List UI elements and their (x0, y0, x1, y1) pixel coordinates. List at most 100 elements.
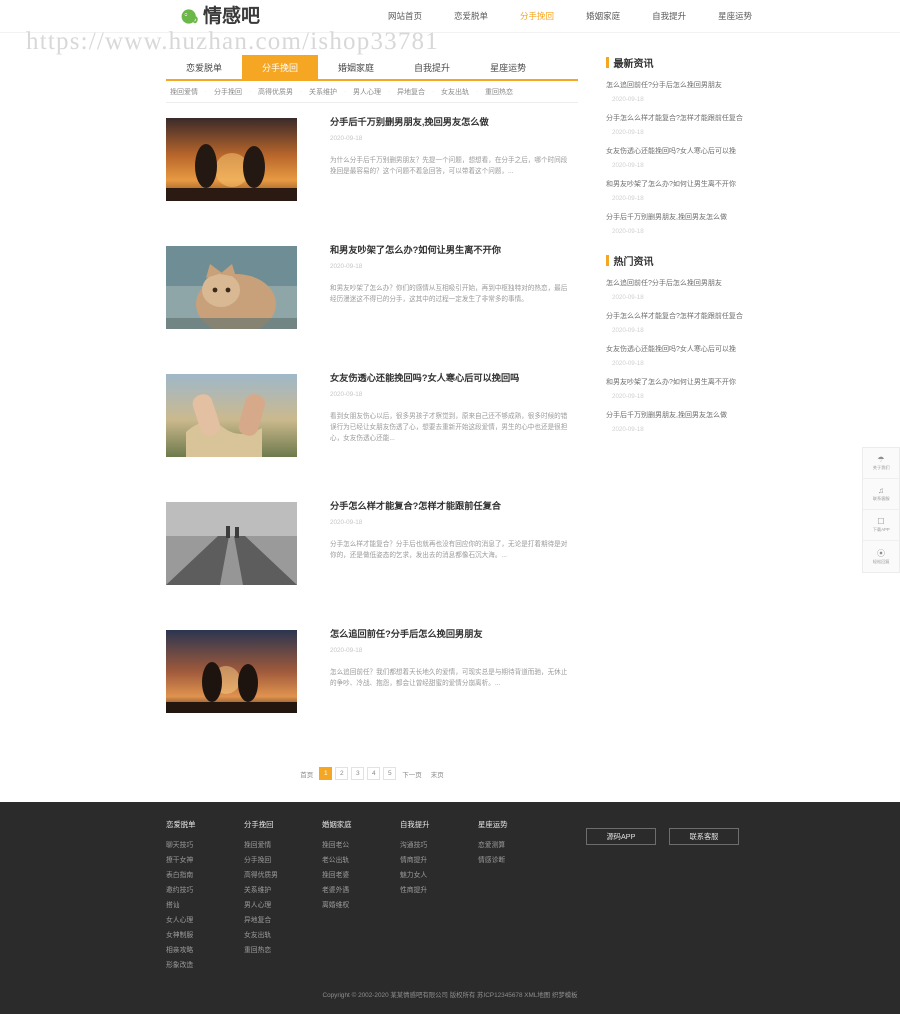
subtag-item[interactable]: 高得优质男 (258, 87, 293, 97)
article-title[interactable]: 怎么追回前任?分手后怎么挽回男朋友 (330, 628, 570, 641)
nav-item-marriage[interactable]: 婚姻家庭 (586, 10, 620, 22)
article-item[interactable]: 女友伤透心还能挽回吗?女人寒心后可以挽回吗 2020-09-18 看到女朋友伤心… (166, 369, 578, 480)
article-thumbnail[interactable] (166, 118, 297, 201)
subtag-item[interactable]: 分手挽回 (214, 87, 242, 97)
list-item[interactable]: 分手后千万别删男朋友,挽回男友怎么做 2020-09-18 (606, 213, 746, 235)
site-logo[interactable]: 情感吧 (180, 7, 260, 26)
sidebar-item-title[interactable]: 分手怎么么样才能复合?怎样才能跟前任复合 (606, 312, 746, 322)
source-app-button[interactable]: 源码APP (586, 828, 656, 845)
footer-link[interactable]: 情感诊断 (478, 857, 556, 865)
article-title[interactable]: 女友伤透心还能挽回吗?女人寒心后可以挽回吗 (330, 372, 570, 385)
pagination-next[interactable]: 下一页 (399, 767, 425, 780)
article-thumbnail[interactable] (166, 246, 297, 329)
nav-item-dating[interactable]: 恋爱脱单 (454, 10, 488, 22)
footer-link[interactable]: 关系维护 (244, 887, 322, 895)
footer-link[interactable]: 沟通技巧 (400, 842, 478, 850)
article-description: 分手怎么样才能复合？分手后也就再也没有回应你的消息了，无论是打着期待是对你的，还… (330, 541, 568, 559)
footer-link[interactable]: 女神制服 (166, 932, 244, 940)
subtag-item[interactable]: 挽回爱情 (170, 87, 198, 97)
list-item[interactable]: 分手后千万别删男朋友,挽回男友怎么做 2020-09-18 (606, 411, 746, 433)
article-thumbnail[interactable] (166, 374, 297, 457)
subtag-item[interactable]: 异地复合 (397, 87, 425, 97)
tab-marriage[interactable]: 婚姻家庭 (318, 55, 394, 79)
sidebar-item-title[interactable]: 女友伤透心还能挽回吗?女人寒心后可以挽 (606, 345, 746, 355)
subtag-item[interactable]: 重回热恋 (485, 87, 513, 97)
list-item[interactable]: 女友伤透心还能挽回吗?女人寒心后可以挽 2020-09-18 (606, 345, 746, 367)
footer-link[interactable]: 男人心理 (244, 902, 322, 910)
footer-link[interactable]: 恋爱测算 (478, 842, 556, 850)
pagination-page-5[interactable]: 5 (383, 767, 397, 780)
pagination-page-4[interactable]: 4 (367, 767, 381, 780)
subtag-item[interactable]: 关系维护 (309, 87, 337, 97)
pagination-page-1[interactable]: 1 (319, 767, 333, 780)
footer-link[interactable]: 女人心理 (166, 917, 244, 925)
nav-item-horoscope[interactable]: 星座运势 (718, 10, 752, 22)
pagination-page-2[interactable]: 2 (335, 767, 349, 780)
subtag-item[interactable]: 女友出轨 (441, 87, 469, 97)
float-quick-reply[interactable]: ⦿ 轻松回复 (863, 541, 899, 572)
contact-support-button[interactable]: 联系客服 (669, 828, 739, 845)
sidebar-item-title[interactable]: 分手后千万别删男朋友,挽回男友怎么做 (606, 213, 746, 223)
float-download-app[interactable]: ☐ 下载APP (863, 510, 899, 541)
float-about-us[interactable]: ☂ 关于我们 (863, 448, 899, 479)
article-title[interactable]: 和男友吵架了怎么办?如何让男生离不开你 (330, 244, 570, 257)
sidebar-item-title[interactable]: 女友伤透心还能挽回吗?女人寒心后可以挽 (606, 147, 746, 157)
article-content: 分手怎么样才能复合?怎样才能跟前任复合 2020-09-18 分手怎么样才能复合… (330, 497, 570, 608)
article-title[interactable]: 分手怎么样才能复合?怎样才能跟前任复合 (330, 500, 570, 513)
nav-item-breakup-recovery[interactable]: 分手挽回 (520, 10, 554, 22)
footer-link[interactable]: 撩干女神 (166, 857, 244, 865)
sidebar-item-title[interactable]: 和男友吵架了怎么办?如何让男生离不开你 (606, 180, 746, 190)
list-item[interactable]: 女友伤透心还能挽回吗?女人寒心后可以挽 2020-09-18 (606, 147, 746, 169)
list-item[interactable]: 和男友吵架了怎么办?如何让男生离不开你 2020-09-18 (606, 180, 746, 202)
sidebar-item-title[interactable]: 分手怎么么样才能复合?怎样才能跟前任复合 (606, 114, 746, 124)
footer-link[interactable]: 离婚维权 (322, 902, 400, 910)
footer-link[interactable]: 老婆外遇 (322, 887, 400, 895)
pagination-last[interactable]: 末页 (428, 767, 447, 780)
article-item[interactable]: 怎么追回前任?分手后怎么挽回男朋友 2020-09-18 怎么追回前任？我们都想… (166, 625, 578, 736)
footer-link[interactable]: 情商提升 (400, 857, 478, 865)
pagination-first[interactable]: 首页 (297, 767, 316, 780)
footer-link[interactable]: 挽回老婆 (322, 872, 400, 880)
sidebar-item-title[interactable]: 怎么追回前任?分手后怎么挽回男朋友 (606, 279, 746, 289)
footer-link[interactable]: 聊天技巧 (166, 842, 244, 850)
footer-link[interactable]: 挽回老公 (322, 842, 400, 850)
nav-item-self-improvement[interactable]: 自我提升 (652, 10, 686, 22)
article-item[interactable]: 分手后千万别删男朋友,挽回男友怎么做 2020-09-18 为什么分手后千万别删… (166, 113, 578, 224)
footer-link[interactable]: 魅力女人 (400, 872, 478, 880)
pagination-page-3[interactable]: 3 (351, 767, 365, 780)
footer-link[interactable]: 搭讪 (166, 902, 244, 910)
article-title[interactable]: 分手后千万别删男朋友,挽回男友怎么做 (330, 116, 570, 129)
float-contact-support[interactable]: ♫ 联系客服 (863, 479, 899, 510)
sidebar-item-title[interactable]: 怎么追回前任?分手后怎么挽回男朋友 (606, 81, 746, 91)
footer-link[interactable]: 重回热恋 (244, 947, 322, 955)
article-item[interactable]: 和男友吵架了怎么办?如何让男生离不开你 2020-09-18 和男友吵架了怎么办… (166, 241, 578, 352)
footer-link[interactable]: 性商提升 (400, 887, 478, 895)
footer-link[interactable]: 表白指南 (166, 872, 244, 880)
article-thumbnail[interactable] (166, 502, 297, 585)
list-item[interactable]: 怎么追回前任?分手后怎么挽回男朋友 2020-09-18 (606, 279, 746, 301)
sidebar-item-title[interactable]: 和男友吵架了怎么办?如何让男生离不开你 (606, 378, 746, 388)
subtag-item[interactable]: 男人心理 (353, 87, 381, 97)
article-item[interactable]: 分手怎么样才能复合?怎样才能跟前任复合 2020-09-18 分手怎么样才能复合… (166, 497, 578, 608)
sidebar-item-title[interactable]: 分手后千万别删男朋友,挽回男友怎么做 (606, 411, 746, 421)
tab-breakup-recovery[interactable]: 分手挽回 (242, 55, 319, 79)
article-thumbnail[interactable] (166, 630, 297, 713)
footer-link[interactable]: 邀约技巧 (166, 887, 244, 895)
nav-item-home[interactable]: 网站首页 (388, 10, 422, 22)
footer-link[interactable]: 挽回爱情 (244, 842, 322, 850)
footer-link[interactable]: 异地复合 (244, 917, 322, 925)
list-item[interactable]: 分手怎么么样才能复合?怎样才能跟前任复合 2020-09-18 (606, 312, 746, 334)
footer-link[interactable]: 老公出轨 (322, 857, 400, 865)
footer-link[interactable]: 女友出轨 (244, 932, 322, 940)
list-item[interactable]: 和男友吵架了怎么办?如何让男生离不开你 2020-09-18 (606, 378, 746, 400)
list-item[interactable]: 分手怎么么样才能复合?怎样才能跟前任复合 2020-09-18 (606, 114, 746, 136)
list-item[interactable]: 怎么追回前任?分手后怎么挽回男朋友 2020-09-18 (606, 81, 746, 103)
tab-horoscope[interactable]: 星座运势 (470, 55, 546, 79)
footer-link[interactable]: 形象改造 (166, 962, 244, 970)
footer-link[interactable]: 相亲攻略 (166, 947, 244, 955)
tab-self-improvement[interactable]: 自我提升 (394, 55, 470, 79)
footer-column-title: 婚姻家庭 (322, 820, 352, 829)
footer-link[interactable]: 分手挽回 (244, 857, 322, 865)
tab-dating[interactable]: 恋爱脱单 (166, 55, 242, 79)
footer-link[interactable]: 高得优质男 (244, 872, 322, 880)
